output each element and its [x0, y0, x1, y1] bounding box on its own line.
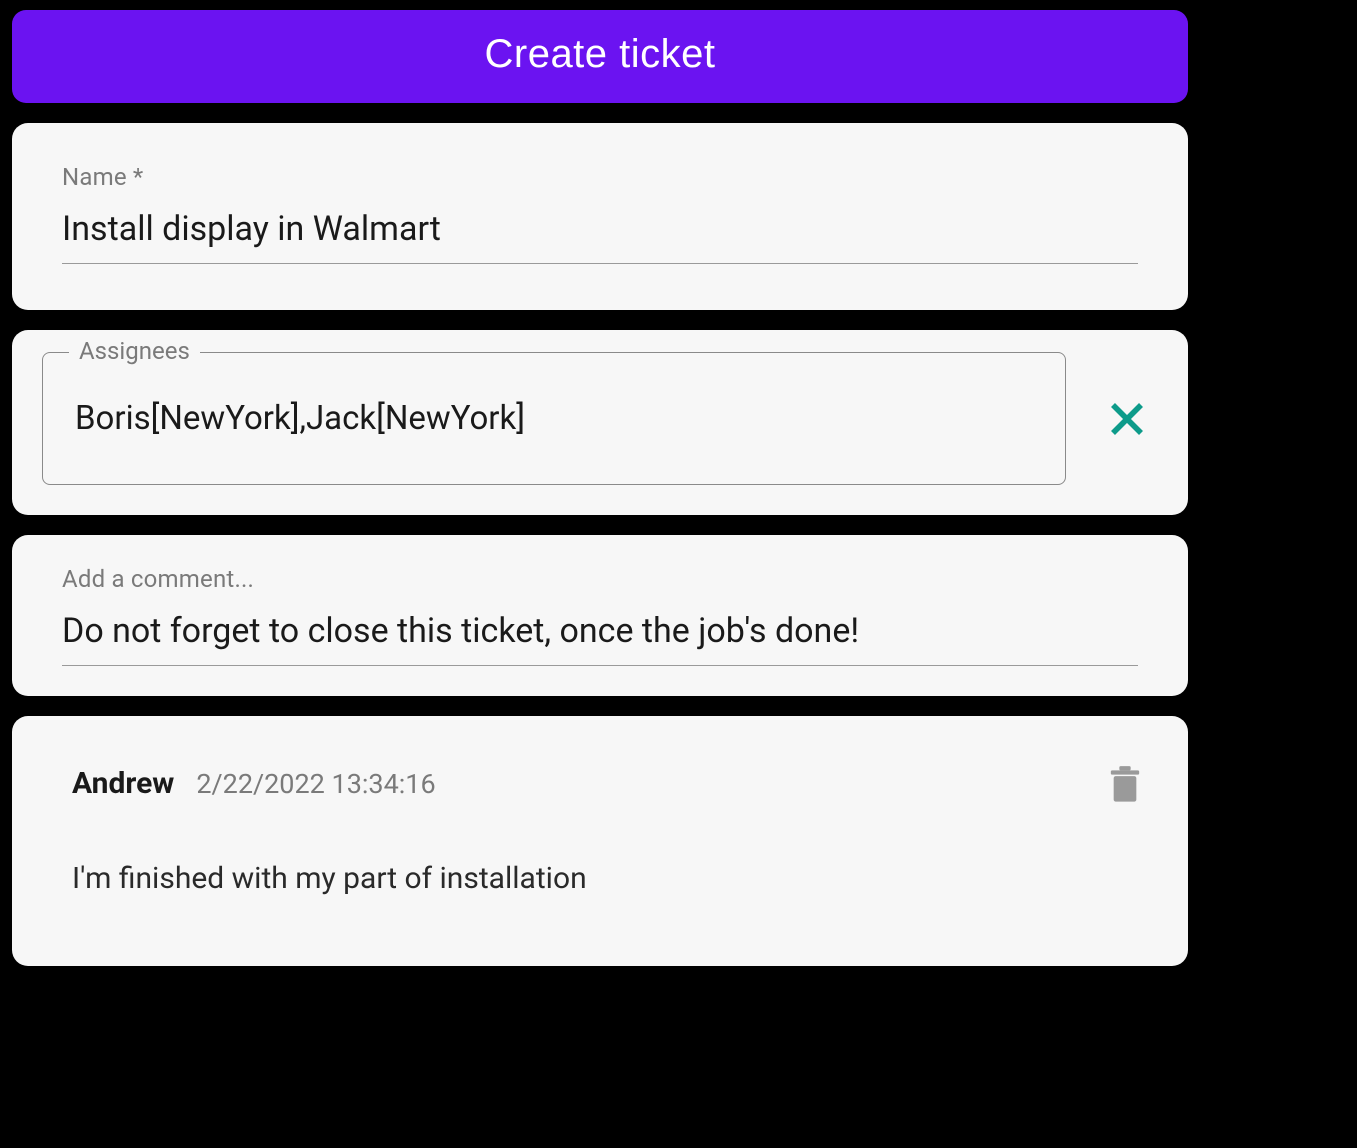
close-icon	[1106, 398, 1148, 440]
comment-input[interactable]	[62, 605, 1138, 666]
name-card: Name *	[12, 123, 1188, 310]
comment-item: Andrew 2/22/2022 13:34:16 I'm finished w…	[12, 716, 1188, 966]
name-input[interactable]	[62, 203, 1138, 264]
assignees-label: Assignees	[69, 337, 200, 365]
clear-assignees-button[interactable]	[1096, 388, 1158, 450]
assignees-field[interactable]: Assignees Boris[NewYork],Jack[NewYork]	[42, 352, 1066, 485]
name-label: Name *	[62, 163, 1138, 191]
create-ticket-button[interactable]: Create ticket	[12, 10, 1188, 103]
comment-author: Andrew	[72, 766, 174, 801]
comment-input-label: Add a comment...	[62, 565, 1138, 593]
trash-icon	[1108, 766, 1142, 806]
assignees-card: Assignees Boris[NewYork],Jack[NewYork]	[12, 330, 1188, 515]
comment-body: I'm finished with my part of installatio…	[72, 861, 1138, 896]
delete-comment-button[interactable]	[1102, 760, 1148, 815]
assignees-value: Boris[NewYork],Jack[NewYork]	[75, 399, 525, 438]
add-comment-card: Add a comment...	[12, 535, 1188, 696]
comment-timestamp: 2/22/2022 13:34:16	[196, 768, 435, 800]
